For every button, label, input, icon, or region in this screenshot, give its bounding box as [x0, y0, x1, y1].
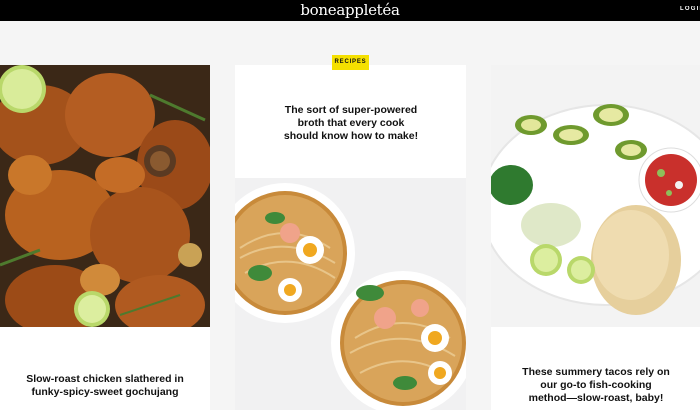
recipe-card-tacos[interactable]: These summery tacos rely on our go-to fi… [491, 65, 700, 410]
top-nav-bar: boneappletéa LOGIN [0, 0, 700, 21]
category-badge[interactable]: RECIPES [332, 55, 369, 70]
fish-tacos-platter-photo[interactable] [491, 65, 700, 327]
card-caption[interactable]: The sort of super-powered broth that eve… [280, 104, 422, 143]
roast-chicken-photo[interactable] [0, 65, 210, 327]
login-link[interactable]: LOGIN [680, 6, 700, 12]
site-logo[interactable]: boneappletéa [0, 1, 700, 19]
recipe-card-broth[interactable]: RECIPES The sort of super-powered broth … [235, 55, 466, 410]
ramen-bowls-photo[interactable] [235, 178, 466, 410]
card-caption[interactable]: Slow-roast chicken slathered in funky-sp… [18, 373, 192, 399]
recipe-card-chicken[interactable]: Slow-roast chicken slathered in funky-sp… [0, 65, 210, 410]
card-caption[interactable]: These summery tacos rely on our go-to fi… [521, 366, 671, 405]
